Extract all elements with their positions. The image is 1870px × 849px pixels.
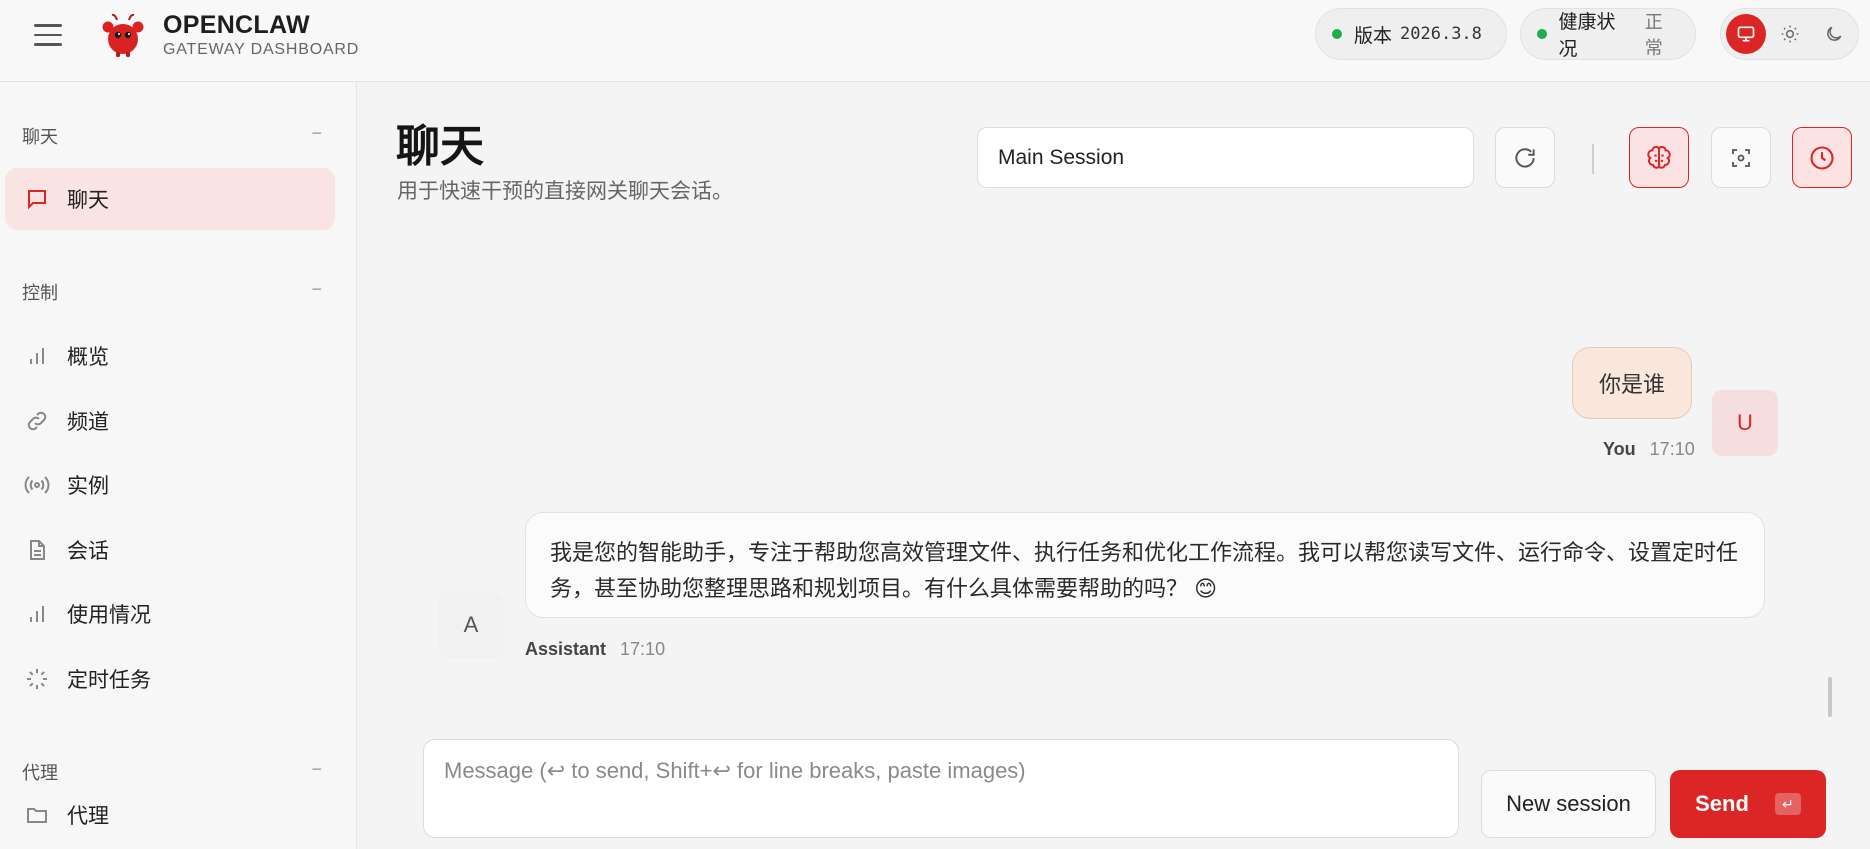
sidebar-section-agents[interactable]: 代理 − <box>22 759 322 785</box>
status-dot-icon <box>1537 29 1547 39</box>
theme-light-button[interactable] <box>1770 14 1810 54</box>
document-icon <box>23 536 51 564</box>
theme-dark-button[interactable] <box>1814 14 1854 54</box>
theme-switcher <box>1720 8 1859 60</box>
version-value: 2026.3.8 <box>1400 24 1482 44</box>
status-dot-icon <box>1332 29 1342 39</box>
brand-subtitle: GATEWAY DASHBOARD <box>163 41 360 58</box>
sidebar-item-instances[interactable]: 实例 <box>5 454 335 516</box>
page-subtitle: 用于快速干预的直接网关聊天会话。 <box>397 180 733 203</box>
chat-scrollbar[interactable] <box>1828 677 1832 717</box>
version-label: 版本 <box>1354 25 1393 47</box>
menu-icon[interactable] <box>34 24 62 48</box>
sidebar-item-label: 会话 <box>67 540 109 563</box>
sun-icon <box>1781 25 1799 43</box>
moon-icon <box>1827 26 1842 41</box>
sidebar-item-cron[interactable]: 定时任务 <box>5 648 335 710</box>
collapse-icon[interactable]: − <box>311 759 322 780</box>
sidebar-item-label: 使用情况 <box>67 604 151 627</box>
message-input[interactable] <box>423 739 1459 838</box>
sidebar-item-usage[interactable]: 使用情况 <box>5 583 335 645</box>
sidebar-item-label: 频道 <box>67 411 109 434</box>
sidebar-item-chat[interactable]: 聊天 <box>5 168 335 230</box>
refresh-button[interactable] <box>1495 127 1555 188</box>
health-badge: 健康状况 正常 <box>1520 8 1696 60</box>
message-time: 17:10 <box>1649 439 1695 459</box>
loader-icon <box>23 665 51 693</box>
sidebar-item-channels[interactable]: 频道 <box>5 390 335 452</box>
sidebar-item-label: 实例 <box>67 475 109 498</box>
user-message-meta: You 17:10 <box>1603 439 1695 460</box>
enter-key-icon: ↵ <box>1774 793 1801 815</box>
theme-system-button[interactable] <box>1726 14 1766 54</box>
sidebar-item-label: 代理 <box>67 805 109 828</box>
sidebar-item-overview[interactable]: 概览 <box>5 325 335 387</box>
page-title: 聊天 <box>396 122 484 171</box>
message-time: 17:10 <box>620 639 666 659</box>
monitor-icon <box>1737 26 1755 42</box>
message-sender: Assistant <box>525 639 607 659</box>
bar-chart-icon <box>23 600 51 628</box>
sidebar-section-chat[interactable]: 聊天 − <box>22 123 322 149</box>
assistant-message-bubble: 我是您的智能助手，专注于帮助您高效管理文件、执行任务和优化工作流程。我可以帮您读… <box>525 512 1765 618</box>
clock-icon <box>1810 145 1834 170</box>
version-badge: 版本 2026.3.8 <box>1315 8 1507 60</box>
focus-mode-button[interactable] <box>1711 127 1771 188</box>
send-button[interactable]: Send ↵ <box>1670 770 1826 838</box>
sidebar: 聊天 − 聊天 控制 − 概览 频道 实例 会话 使用情况 定时任务 代理 − … <box>0 82 357 849</box>
focus-icon <box>1732 148 1750 167</box>
cron-toggle-button[interactable] <box>1792 127 1852 188</box>
sidebar-item-label: 聊天 <box>67 189 109 212</box>
link-icon <box>23 407 51 435</box>
user-message-bubble: 你是谁 <box>1572 347 1692 419</box>
openclaw-logo-icon <box>102 13 144 57</box>
session-select[interactable]: Main Session <box>977 127 1474 188</box>
collapse-icon[interactable]: − <box>311 279 322 300</box>
folder-icon <box>23 801 51 829</box>
health-label: 健康状况 <box>1558 12 1616 60</box>
sidebar-item-label: 概览 <box>67 346 109 369</box>
sidebar-item-label: 定时任务 <box>67 669 151 692</box>
toolbar-divider <box>1592 144 1594 174</box>
top-bar: OPENCLAW GATEWAY DASHBOARD 版本 2026.3.8 健… <box>0 0 1870 82</box>
new-session-button[interactable]: New session <box>1481 770 1656 838</box>
thinking-toggle-button[interactable] <box>1629 127 1689 188</box>
refresh-icon <box>1515 147 1535 168</box>
message-icon <box>23 185 51 213</box>
assistant-avatar: A <box>438 592 504 658</box>
assistant-message-meta: Assistant 17:10 <box>525 639 665 660</box>
broadcast-icon <box>23 471 51 499</box>
collapse-icon[interactable]: − <box>311 123 322 144</box>
bar-chart-icon <box>23 342 51 370</box>
sidebar-item-sessions[interactable]: 会话 <box>5 519 335 581</box>
health-value: 正常 <box>1644 12 1663 58</box>
message-sender: You <box>1603 439 1636 459</box>
sidebar-section-control[interactable]: 控制 − <box>22 279 322 305</box>
brain-icon <box>1647 145 1671 169</box>
brand-title: OPENCLAW <box>163 11 310 39</box>
sidebar-item-agents[interactable]: 代理 <box>5 787 335 843</box>
send-label: Send <box>1695 791 1749 816</box>
user-avatar: U <box>1712 390 1778 456</box>
